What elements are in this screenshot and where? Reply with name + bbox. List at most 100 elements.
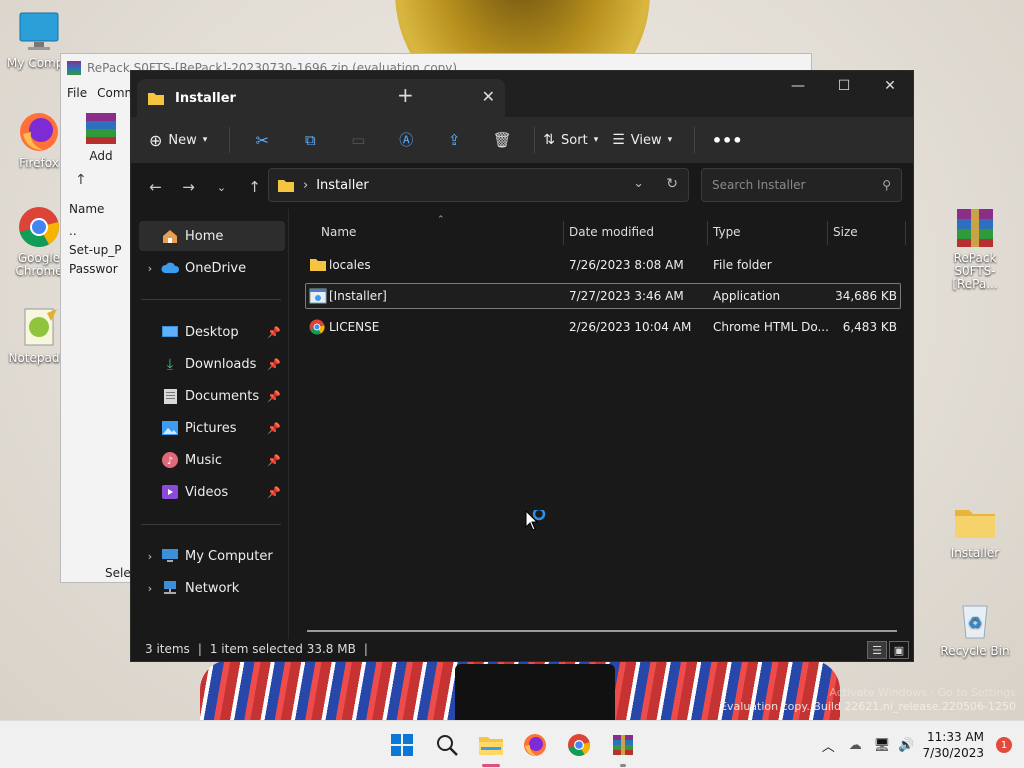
winrar-up-icon[interactable]: ↑ bbox=[75, 172, 87, 188]
divider bbox=[534, 127, 536, 153]
folder-icon bbox=[479, 737, 503, 755]
divider bbox=[229, 127, 231, 153]
notification-badge[interactable]: 1 bbox=[996, 737, 1012, 753]
search-icon[interactable]: ⚲ bbox=[882, 178, 891, 192]
start-button[interactable] bbox=[385, 729, 419, 761]
column-header-size[interactable]: Size bbox=[833, 225, 858, 239]
search-input[interactable] bbox=[712, 178, 862, 192]
recent-locations-button[interactable]: ⌄ bbox=[205, 176, 238, 198]
rename-button[interactable]: Ⓐ bbox=[382, 124, 430, 156]
share-icon: ⇪ bbox=[448, 131, 461, 149]
taskbar-file-explorer[interactable] bbox=[474, 729, 508, 767]
nav-item-documents[interactable]: Documents 📌 bbox=[139, 381, 285, 411]
chevron-right-icon[interactable]: › bbox=[139, 582, 161, 595]
column-header-name[interactable]: Name bbox=[321, 225, 356, 239]
winrar-row[interactable]: .. bbox=[65, 222, 131, 241]
maximize-button[interactable]: ☐ bbox=[821, 71, 867, 101]
breadcrumb-separator: › bbox=[303, 177, 309, 193]
rename-icon: Ⓐ bbox=[399, 133, 414, 149]
nav-item-desktop[interactable]: Desktop 📌 bbox=[139, 317, 285, 347]
winrar-name-header[interactable]: Name bbox=[69, 202, 104, 216]
taskbar-firefox[interactable] bbox=[518, 729, 552, 761]
show-hidden-icons-button[interactable]: ︿ bbox=[822, 736, 835, 755]
chevron-down-icon: ▾ bbox=[667, 135, 673, 145]
nav-item-network[interactable]: › Network bbox=[139, 573, 285, 603]
network-status-icon[interactable]: 🖥 bbox=[874, 738, 891, 753]
up-button[interactable]: ↑ bbox=[238, 176, 271, 198]
taskbar-chrome[interactable] bbox=[562, 729, 596, 761]
paste-button[interactable]: ▭ bbox=[334, 124, 382, 156]
nav-item-downloads[interactable]: ⤓ Downloads 📌 bbox=[139, 349, 285, 379]
file-row-installer[interactable]: [Installer] 7/27/2023 3:46 AM Applicatio… bbox=[305, 283, 901, 309]
chevron-down-icon: ▾ bbox=[593, 135, 599, 145]
forward-button[interactable]: → bbox=[172, 176, 205, 198]
desktop-icon-installer-folder[interactable]: Installer bbox=[938, 500, 1012, 560]
new-tab-button[interactable]: + bbox=[397, 83, 414, 107]
delete-button[interactable]: 🗑 bbox=[478, 124, 526, 156]
view-toggle: ☰ ▣ bbox=[867, 641, 909, 659]
nav-item-my-computer[interactable]: › My Computer bbox=[139, 541, 285, 571]
close-tab-icon[interactable]: ✕ bbox=[482, 87, 495, 106]
column-header-type[interactable]: Type bbox=[713, 225, 741, 239]
home-icon bbox=[161, 228, 179, 244]
chevron-down-icon[interactable]: ⌄ bbox=[633, 176, 644, 191]
details-view-button[interactable]: ☰ bbox=[867, 641, 887, 659]
address-bar[interactable]: › Installer ⌄ ↻ bbox=[268, 168, 689, 202]
breadcrumb-installer[interactable]: Installer bbox=[316, 178, 368, 193]
more-options-button[interactable]: ••• bbox=[703, 124, 751, 156]
share-button[interactable]: ⇪ bbox=[430, 124, 478, 156]
volume-icon[interactable]: 🔊 bbox=[898, 738, 914, 753]
pin-icon[interactable]: 📌 bbox=[267, 454, 281, 467]
nav-item-pictures[interactable]: Pictures 📌 bbox=[139, 413, 285, 443]
document-icon bbox=[161, 388, 179, 404]
pin-icon[interactable]: 📌 bbox=[267, 422, 281, 435]
nav-item-home[interactable]: Home bbox=[139, 221, 285, 251]
sort-button[interactable]: ⇅ Sort ▾ bbox=[543, 132, 598, 148]
explorer-titlebar[interactable]: Installer ✕ + — ☐ ✕ bbox=[131, 71, 913, 117]
file-row-license[interactable]: LICENSE 2/26/2023 10:04 AM Chrome HTML D… bbox=[305, 314, 901, 340]
close-window-button[interactable]: ✕ bbox=[867, 71, 913, 101]
file-explorer-window[interactable]: Installer ✕ + — ☐ ✕ ⊕ New ▾ ✂ ⧉ ▭ Ⓐ ⇪ 🗑 … bbox=[130, 70, 914, 662]
copy-button[interactable]: ⧉ bbox=[286, 124, 334, 156]
explorer-tab[interactable]: Installer ✕ bbox=[137, 79, 505, 117]
taskbar-search-button[interactable] bbox=[430, 729, 464, 761]
back-button[interactable]: ← bbox=[139, 176, 172, 198]
desktop-icon-repack-archive[interactable]: RePack S0FTS-[RePa... bbox=[938, 205, 1012, 291]
arrow-left-icon: ← bbox=[149, 178, 162, 196]
nav-item-videos[interactable]: Videos 📌 bbox=[139, 477, 285, 507]
view-button[interactable]: ☰ View ▾ bbox=[612, 132, 672, 148]
winrar-add-button[interactable]: Add bbox=[81, 110, 121, 163]
winrar-row[interactable]: Set-up_P bbox=[65, 241, 131, 260]
winrar-row[interactable]: Passwor bbox=[65, 260, 131, 279]
windows-logo-icon bbox=[391, 734, 413, 756]
column-header-date[interactable]: Date modified bbox=[569, 225, 654, 239]
scissors-icon: ✂ bbox=[255, 130, 269, 150]
pin-icon[interactable]: 📌 bbox=[267, 390, 281, 403]
horizontal-scrollbar[interactable] bbox=[307, 630, 897, 632]
chevron-right-icon[interactable]: › bbox=[139, 550, 161, 563]
pin-icon[interactable]: 📌 bbox=[267, 326, 281, 339]
refresh-icon[interactable]: ↻ bbox=[666, 176, 678, 192]
plus-circle-icon: ⊕ bbox=[149, 130, 163, 150]
chevron-right-icon[interactable]: › bbox=[139, 262, 161, 275]
nav-item-music[interactable]: ♪ Music 📌 bbox=[139, 445, 285, 475]
cut-button[interactable]: ✂ bbox=[238, 124, 286, 156]
winrar-menu-file[interactable]: File bbox=[67, 86, 87, 100]
item-count: 3 items bbox=[145, 642, 190, 656]
monitor-icon bbox=[161, 548, 179, 564]
minimize-button[interactable]: — bbox=[775, 71, 821, 101]
tiles-view-button[interactable]: ▣ bbox=[889, 641, 909, 659]
search-box[interactable]: ⚲ bbox=[701, 168, 902, 202]
status-bar: 3 items | 1 item selected 33.8 MB | ☰ ▣ bbox=[131, 637, 913, 661]
desktop-icon-recycle-bin[interactable]: ♻ Recycle Bin bbox=[938, 598, 1012, 658]
tab-title: Installer bbox=[175, 90, 236, 106]
cloud-offline-icon[interactable]: ☁ bbox=[849, 738, 862, 753]
pin-icon[interactable]: 📌 bbox=[267, 358, 281, 371]
nav-divider bbox=[141, 299, 281, 300]
new-button[interactable]: ⊕ New ▾ bbox=[149, 131, 207, 150]
nav-item-onedrive[interactable]: › OneDrive bbox=[139, 253, 285, 283]
file-row-locales[interactable]: locales 7/26/2023 8:08 AM File folder bbox=[305, 252, 901, 278]
clock[interactable]: 11:33 AM 7/30/2023 bbox=[922, 729, 984, 761]
pin-icon[interactable]: 📌 bbox=[267, 486, 281, 499]
taskbar-winrar[interactable] bbox=[606, 729, 640, 767]
